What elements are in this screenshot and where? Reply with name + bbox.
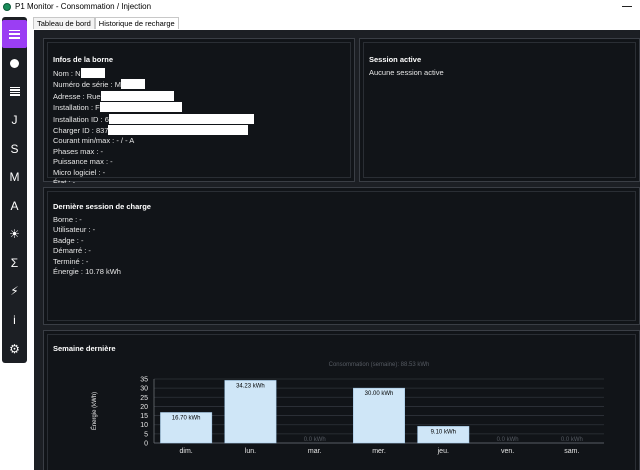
- bar-lun.: [224, 380, 277, 444]
- table-icon: [9, 86, 20, 96]
- station-phases-row: Phases max : -: [53, 146, 104, 156]
- tab-bar: Tableau de bord Historique de recharge: [33, 17, 179, 29]
- week-icon: S: [10, 142, 19, 156]
- gear-icon: ⚙: [9, 342, 20, 356]
- redacted-block: [80, 68, 105, 78]
- y-tick-label: 5: [144, 431, 148, 438]
- sidebar-item-solar[interactable]: ☀: [2, 220, 27, 248]
- info-icon: i: [13, 313, 16, 327]
- station-current-row: Courant min/max : - / - A: [53, 136, 135, 146]
- window-titlebar: P1 Monitor - Consommation / Injection: [0, 0, 640, 13]
- sidebar-menu-button[interactable]: [2, 20, 27, 48]
- solar-icon: ☀: [9, 227, 20, 241]
- x-tick-label: lun.: [245, 448, 256, 455]
- bar-value-label: 34.23 kWh: [236, 383, 265, 389]
- y-tick-label: 15: [140, 413, 148, 420]
- month-icon: M: [9, 170, 20, 184]
- sidebar-item-realtime[interactable]: [2, 49, 27, 77]
- bar-value-label: 0.0 kWh: [304, 437, 326, 443]
- last-session-station-row: Borne : -: [53, 215, 82, 224]
- sidebar: J S M A ☀ Σ ⚡ i ⚙: [2, 17, 27, 363]
- window-title: P1 Monitor - Consommation / Injection: [15, 2, 152, 11]
- tab-charging-history[interactable]: Historique de recharge: [94, 17, 179, 29]
- year-icon: A: [10, 199, 19, 213]
- y-tick-label: 20: [140, 404, 148, 411]
- sidebar-item-info[interactable]: i: [2, 306, 27, 334]
- dashboard-content: Infos de la borne Nom : N Numéro de séri…: [34, 30, 640, 470]
- station-serial-row: Numéro de série : M: [53, 79, 254, 90]
- last-session-badge-row: Badge : -: [53, 235, 84, 245]
- y-tick-label: 30: [140, 386, 148, 393]
- bar-value-label: 16.70 kWh: [172, 415, 201, 421]
- sidebar-item-table[interactable]: [2, 77, 27, 105]
- menu-icon: [9, 29, 20, 39]
- sidebar-item-sum[interactable]: Σ: [2, 249, 27, 277]
- sidebar-item-year[interactable]: A: [2, 192, 27, 220]
- last-session-user-row: Utilisateur : -: [53, 225, 96, 235]
- last-session-panel: Dernière session de charge Borne : - Uti…: [43, 187, 640, 325]
- tab-dashboard[interactable]: Tableau de bord: [33, 17, 95, 29]
- x-tick-label: mer.: [372, 448, 386, 455]
- bar-value-label: 9.10 kWh: [431, 429, 456, 435]
- station-install-id-row: Installation ID : 6: [53, 113, 254, 125]
- redacted-block: [108, 113, 254, 124]
- station-name-row: Nom : N: [53, 68, 254, 79]
- sidebar-item-settings[interactable]: ⚙: [2, 335, 27, 363]
- last-week-title: Semaine dernière: [53, 344, 116, 353]
- y-tick-label: 25: [140, 395, 148, 402]
- station-state-row: État : -: [53, 178, 76, 184]
- minimize-button[interactable]: [622, 6, 632, 7]
- chart-title: Consommation (semaine): 88.53 kWh: [329, 362, 430, 368]
- station-info-title: Infos de la borne: [53, 55, 114, 64]
- last-week-panel: Semaine dernière Consommation (semaine):…: [43, 330, 640, 470]
- station-info-fields: Nom : N Numéro de série : M Adresse : Ru…: [53, 68, 254, 183]
- y-tick-label: 35: [140, 377, 148, 384]
- lightning-icon: ⚡: [10, 284, 19, 298]
- sidebar-item-day[interactable]: J: [2, 106, 27, 134]
- redacted-block: [108, 125, 249, 136]
- last-session-end-row: Terminé : -: [53, 256, 89, 266]
- x-tick-label: jeu.: [437, 448, 449, 455]
- weekly-energy-chart: Consommation (semaine): 88.53 kWh 0 5 10 15 2…: [91, 362, 604, 455]
- station-install-row: Installation : F: [53, 102, 254, 113]
- last-session-title: Dernière session de charge: [53, 202, 151, 211]
- redacted-block: [120, 79, 145, 90]
- sidebar-item-week[interactable]: S: [2, 135, 27, 163]
- day-icon: J: [11, 113, 18, 127]
- station-power-row: Puissance max : -: [53, 157, 113, 167]
- redacted-block: [100, 90, 174, 101]
- x-tick-label: dim.: [180, 448, 193, 455]
- bar-value-label: 0.0 kWh: [561, 437, 583, 443]
- active-session-text: Aucune session active: [369, 68, 444, 77]
- active-session-panel: Session active Aucune session active: [359, 38, 640, 182]
- redacted-block: [99, 102, 182, 113]
- active-session-title: Session active: [369, 55, 422, 64]
- y-tick-label: 10: [140, 422, 148, 429]
- bar-value-label: 30.00 kWh: [365, 391, 394, 397]
- x-tick-label: ven.: [501, 448, 514, 455]
- station-firmware-row: Micro logiciel : -: [53, 167, 106, 177]
- y-axis-label: Énergie (kWh): [91, 392, 98, 430]
- station-info-panel: Infos de la borne Nom : N Numéro de séri…: [43, 38, 355, 183]
- x-tick-label: mar.: [308, 448, 322, 455]
- app-logo-icon: [3, 2, 11, 11]
- y-tick-label: 0: [144, 441, 148, 448]
- last-session-energy-row: Énergie : 10.78 kWh: [53, 267, 121, 277]
- last-session-fields: Borne : - Utilisateur : - Badge : - Déma…: [53, 215, 121, 277]
- station-charger-id-row: Charger ID : 837: [53, 125, 254, 136]
- x-tick-label: sam.: [564, 448, 579, 455]
- last-session-start-row: Démarré : -: [53, 246, 91, 256]
- sidebar-item-month[interactable]: M: [2, 163, 27, 191]
- sidebar-item-charging[interactable]: ⚡: [2, 277, 27, 305]
- station-address-row: Adresse : Rue: [53, 90, 254, 102]
- sum-icon: Σ: [10, 256, 19, 270]
- realtime-dot-icon: [10, 58, 19, 68]
- bar-value-label: 0.0 kWh: [497, 437, 519, 443]
